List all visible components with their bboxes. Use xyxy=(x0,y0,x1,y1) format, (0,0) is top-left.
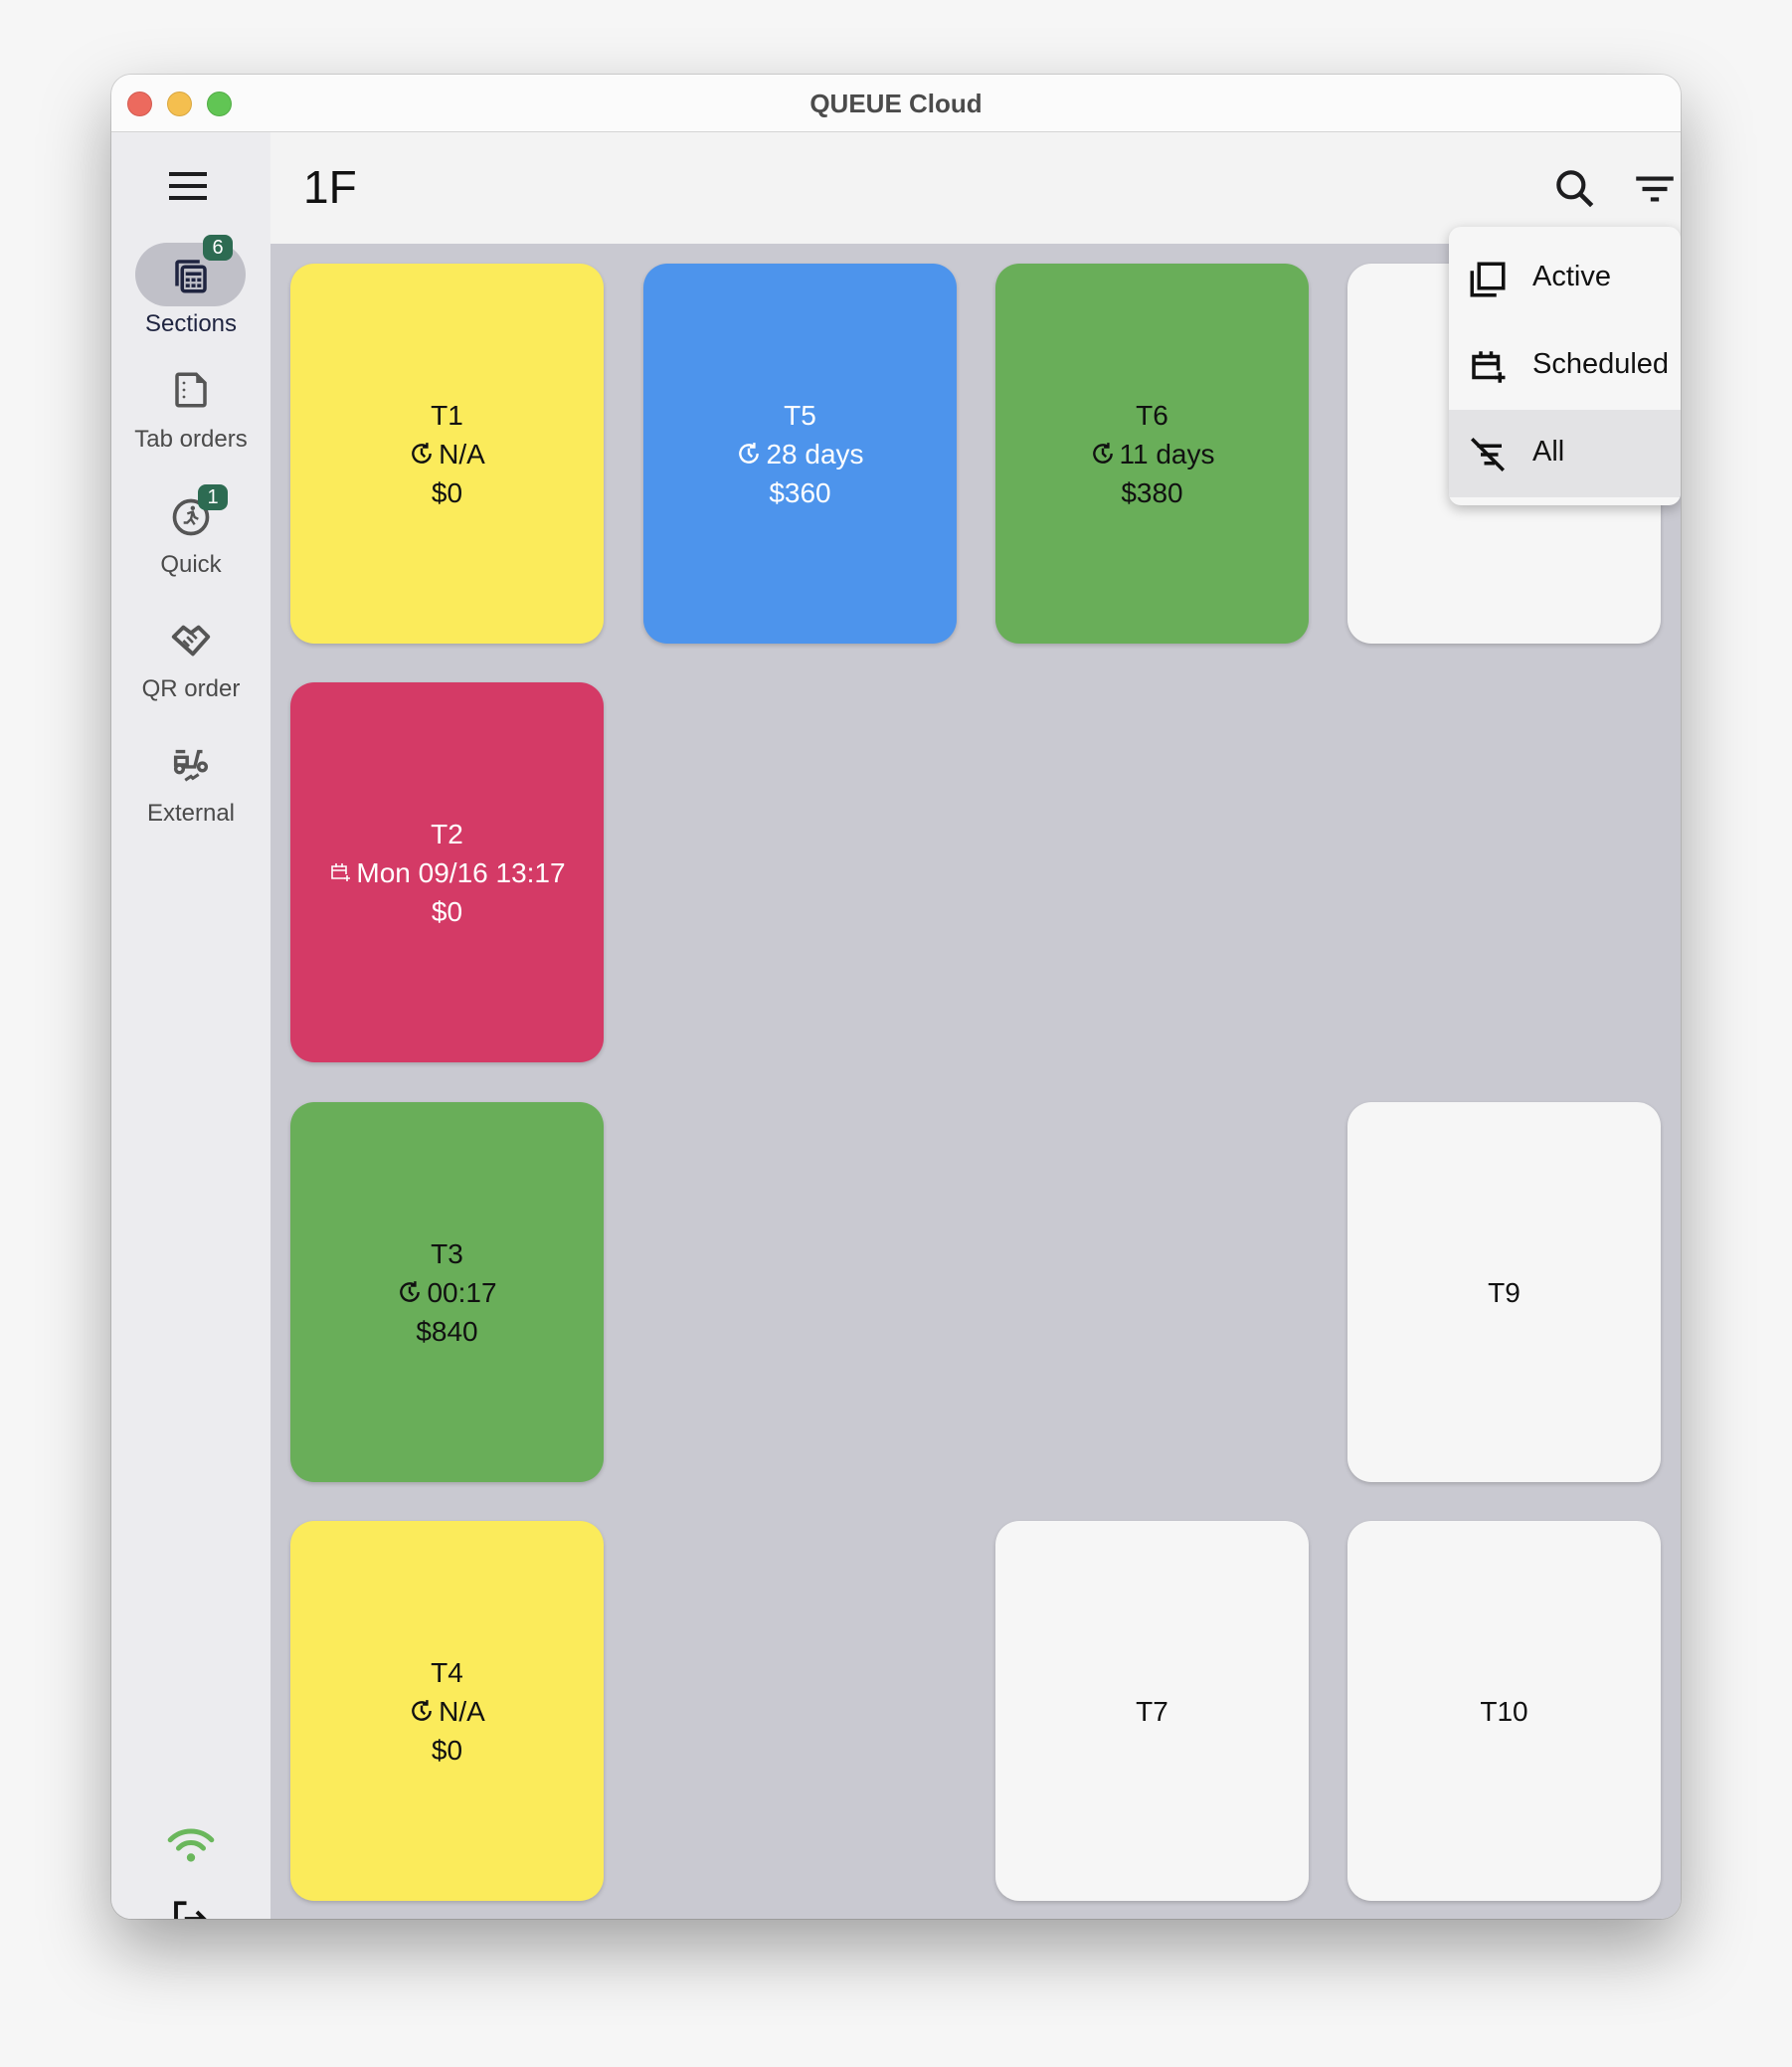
table-name: T1 xyxy=(431,399,463,431)
logout-icon[interactable] xyxy=(169,1898,211,1919)
table-time: Mon 09/16 13:17 xyxy=(356,856,566,888)
table-amount: $0 xyxy=(431,895,463,927)
table-name: T7 xyxy=(1136,1695,1168,1727)
table-name: T3 xyxy=(431,1237,463,1269)
sidebar-item-tab-orders[interactable]: Tab orders xyxy=(111,361,270,461)
table-time: 00:17 xyxy=(427,1276,497,1308)
table-card-t6[interactable]: T6 11 days $380 xyxy=(995,264,1309,644)
timer-icon xyxy=(412,443,433,464)
table-name: T5 xyxy=(784,399,816,431)
table-card-t10[interactable]: T10 xyxy=(1347,1521,1661,1901)
table-status: N/A xyxy=(409,435,485,473)
timer-icon xyxy=(400,1281,421,1302)
sidebar-item-quick[interactable]: 1 Quick xyxy=(111,484,270,585)
window-title: QUEUE Cloud xyxy=(809,89,983,118)
calendar-add-icon xyxy=(1472,351,1506,383)
timer-icon xyxy=(412,1700,433,1721)
sidebar-item-label: Quick xyxy=(160,551,222,578)
table-time: 11 days xyxy=(1119,438,1215,470)
sidebar: 6 Sections Tab orders 1 Quick QR order E… xyxy=(111,132,270,1919)
table-name: T6 xyxy=(1136,399,1168,431)
table-name: T10 xyxy=(1480,1695,1528,1727)
hamburger-menu-icon[interactable] xyxy=(169,172,209,202)
table-amount: $0 xyxy=(431,1734,463,1766)
filter-option-label: Active xyxy=(1532,261,1611,292)
sidebar-item-label: External xyxy=(146,800,236,827)
table-name: T2 xyxy=(431,818,463,849)
tab-document-icon xyxy=(175,372,207,408)
table-name: T9 xyxy=(1488,1276,1521,1308)
table-status: 00:17 xyxy=(397,1273,497,1312)
sidebar-item-label: Sections xyxy=(144,310,238,337)
table-amount: $0 xyxy=(431,476,463,508)
filter-option-label: Scheduled xyxy=(1532,348,1670,380)
filter-option-all[interactable]: All xyxy=(1449,410,1681,497)
sidebar-item-external[interactable]: External xyxy=(111,734,270,834)
filter-off-icon xyxy=(1471,438,1505,471)
delivery-scooter-icon xyxy=(173,749,209,782)
handshake-icon xyxy=(171,625,211,657)
page-title: 1F xyxy=(303,161,357,213)
sidebar-item-label: QR order xyxy=(141,675,241,702)
copy-squares-icon xyxy=(1470,262,1506,297)
table-amount: $840 xyxy=(416,1315,478,1347)
filter-dropdown-menu: Active Scheduled All xyxy=(1449,227,1681,505)
sections-badge: 6 xyxy=(203,235,233,261)
wifi-icon xyxy=(167,1828,215,1862)
sections-calculator-icon xyxy=(175,260,207,293)
filter-icon[interactable] xyxy=(1630,164,1680,214)
table-status: 11 days xyxy=(1090,435,1215,473)
timer-icon xyxy=(1092,443,1113,464)
sidebar-item-sections[interactable]: 6 Sections xyxy=(111,235,270,342)
table-card-t2[interactable]: T2 Mon 09/16 13:17 $0 xyxy=(290,682,604,1062)
search-icon[interactable] xyxy=(1550,164,1600,214)
quick-badge: 1 xyxy=(198,484,228,510)
app-window: QUEUE Cloud 6 Sections Tab orders 1 Quic… xyxy=(111,75,1681,1919)
table-amount: $380 xyxy=(1121,476,1183,508)
table-card-t3[interactable]: T3 00:17 $840 xyxy=(290,1102,604,1482)
calendar-add-icon xyxy=(331,863,351,881)
table-card-t9[interactable]: T9 xyxy=(1347,1102,1661,1482)
table-card-t7[interactable]: T7 xyxy=(995,1521,1309,1901)
table-amount: $360 xyxy=(769,476,831,508)
table-card-t4[interactable]: T4 N/A $0 xyxy=(290,1521,604,1901)
filter-option-label: All xyxy=(1532,436,1565,468)
table-status: Mon 09/16 13:17 xyxy=(328,853,566,892)
table-name: T4 xyxy=(431,1656,463,1688)
timer-icon xyxy=(739,443,760,464)
table-time: 28 days xyxy=(766,438,864,470)
title-bar: QUEUE Cloud xyxy=(111,75,1681,132)
filter-option-scheduled[interactable]: Scheduled xyxy=(1449,322,1681,410)
table-card-t5[interactable]: T5 28 days $360 xyxy=(643,264,957,644)
sidebar-item-qr-order[interactable]: QR order xyxy=(111,610,270,709)
table-time: N/A xyxy=(439,1695,485,1727)
sidebar-item-label: Tab orders xyxy=(134,426,248,453)
filter-option-active[interactable]: Active xyxy=(1449,235,1681,322)
table-card-t1[interactable]: T1 N/A $0 xyxy=(290,264,604,644)
table-time: N/A xyxy=(439,438,485,470)
table-status: N/A xyxy=(409,1692,485,1731)
table-status: 28 days xyxy=(736,435,864,473)
